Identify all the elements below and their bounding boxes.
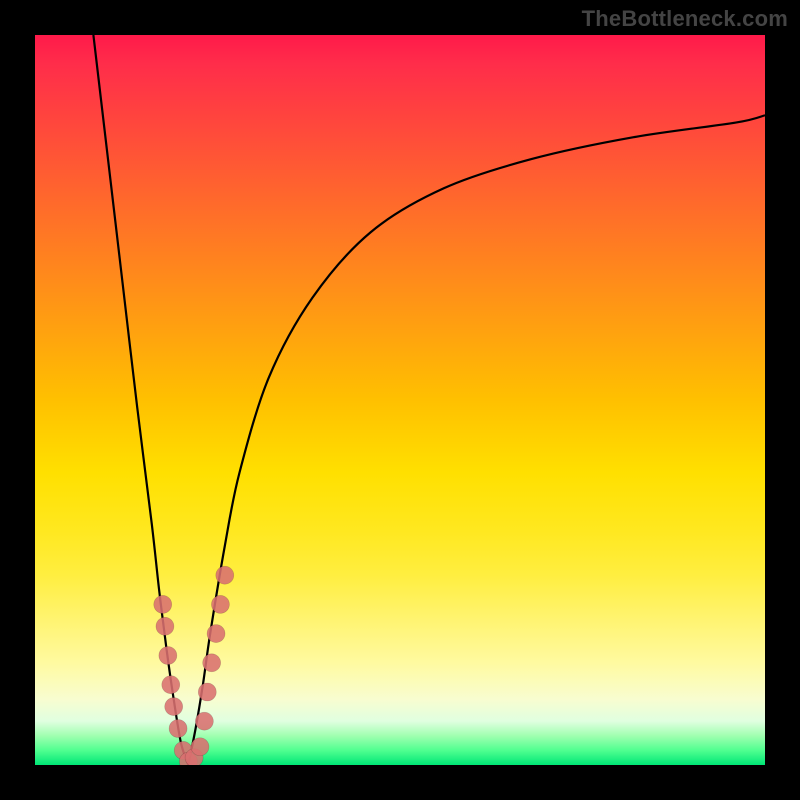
curve-layer (35, 35, 765, 765)
curve-right-branch (188, 115, 765, 765)
chart-frame: TheBottleneck.com (0, 0, 800, 800)
watermark-text: TheBottleneck.com (582, 6, 788, 32)
plot-area (35, 35, 765, 765)
